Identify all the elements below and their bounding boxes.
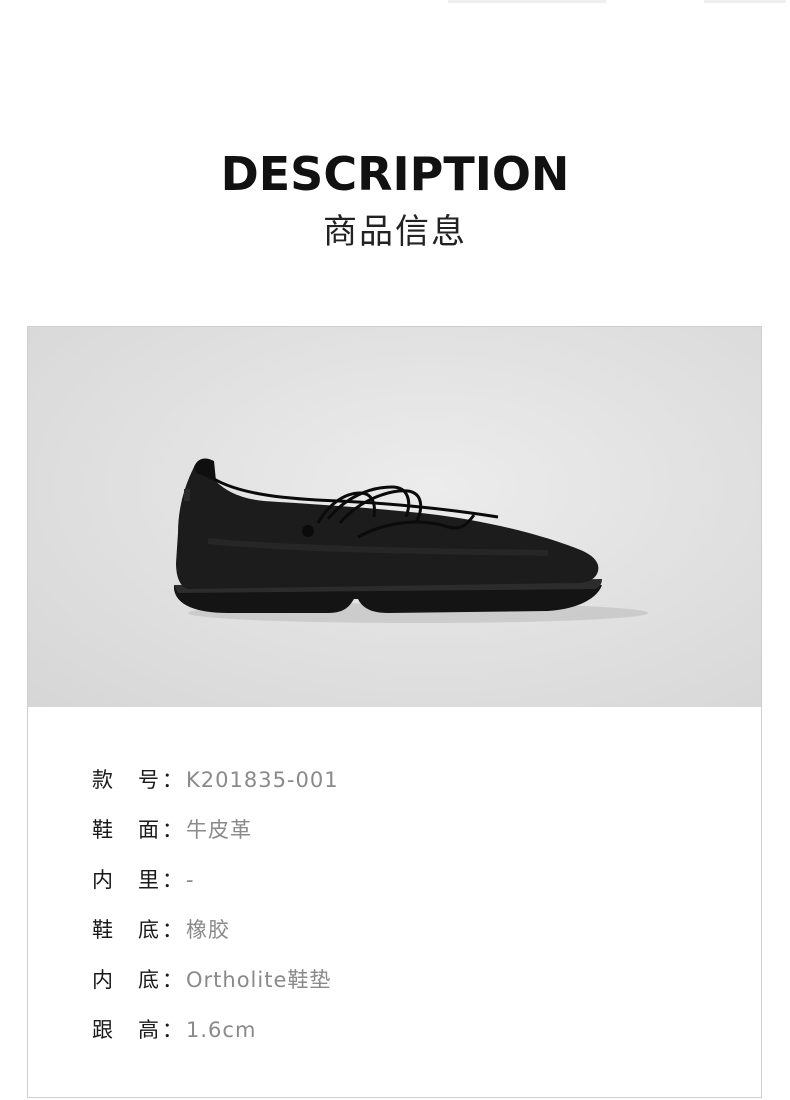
- product-info-card: 款号： K201835-001 鞋面：牛皮革 内里： - 鞋底：橡胶 内底： Orth…: [27, 326, 762, 1098]
- spec-value: 1.6cm: [186, 1018, 257, 1042]
- spec-row-model: 款号： K201835-001: [92, 761, 692, 811]
- section-subtitle: 商品信息: [323, 212, 467, 252]
- spec-value: 牛皮革: [186, 818, 252, 842]
- top-tab-indicator: [704, 0, 786, 3]
- spec-list: 款号： K201835-001 鞋面：牛皮革 内里： - 鞋底：橡胶 内底： Orth…: [92, 761, 692, 1061]
- shoe-illustration: [174, 458, 648, 623]
- top-tab-indicator: [448, 0, 606, 3]
- spec-row-lining: 内里： -: [92, 861, 692, 911]
- spec-value: K201835-001: [186, 768, 339, 792]
- spec-value: -: [186, 868, 195, 892]
- section-title: DESCRIPTION: [220, 147, 570, 201]
- spec-label: 跟高：: [92, 1018, 183, 1042]
- spec-label: 鞋面：: [92, 818, 183, 842]
- spec-row-upper: 鞋面：牛皮革: [92, 811, 692, 861]
- spec-row-outsole: 鞋底：橡胶: [92, 911, 692, 961]
- spec-row-heel-height: 跟高： 1.6cm: [92, 1011, 692, 1061]
- spec-label: 内底：: [92, 968, 183, 992]
- product-photo: [28, 327, 761, 707]
- spec-row-insole: 内底： Ortholite鞋垫: [92, 961, 692, 1011]
- spec-label: 鞋底：: [92, 918, 183, 942]
- spec-label: 内里：: [92, 868, 183, 892]
- spec-value: Ortholite鞋垫: [186, 968, 332, 992]
- spec-label: 款号：: [92, 768, 183, 792]
- spec-value: 橡胶: [186, 918, 230, 942]
